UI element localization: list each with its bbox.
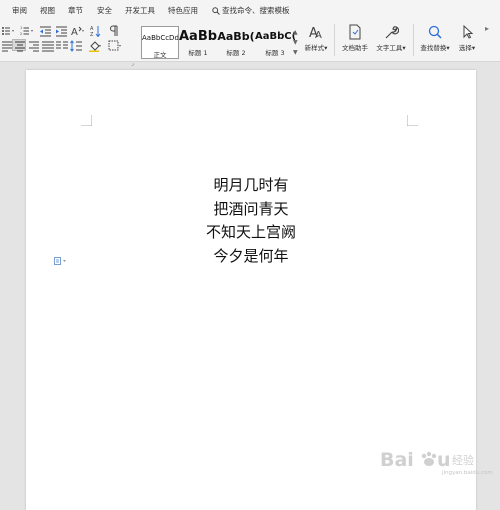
- decrease-indent-button[interactable]: [39, 25, 53, 37]
- svg-text:u: u: [437, 449, 451, 471]
- style-heading-1[interactable]: AaBb 标题 1: [179, 26, 217, 59]
- svg-text:经验: 经验: [452, 453, 474, 467]
- style-normal-preview: AaBbCcDd: [142, 34, 178, 42]
- poem-line-4: 今夕是何年: [213, 246, 289, 265]
- svg-text:2: 2: [20, 32, 22, 36]
- style-heading-2-preview: AaBb(: [217, 30, 255, 43]
- style-gallery-up-arrow[interactable]: ▲: [293, 29, 298, 36]
- line-spacing-button[interactable]: [70, 40, 84, 52]
- document-page[interactable]: 明月几时有 把酒问青天 不知天上宫阙 今夕是何年: [26, 70, 476, 510]
- bullet-list-button[interactable]: [1, 25, 15, 37]
- ribbon-separator: [334, 24, 335, 56]
- chinese-layout-icon: A: [71, 26, 84, 37]
- decrease-indent-icon: [40, 26, 51, 37]
- style-heading-1-label: 标题 1: [188, 49, 208, 57]
- margin-corner-top-left: [81, 115, 92, 126]
- paragraph-handle-icon: [54, 257, 66, 265]
- sort-icon: AZ: [90, 26, 101, 37]
- menu-review[interactable]: 审阅: [12, 5, 27, 16]
- document-body[interactable]: 明月几时有 把酒问青天 不知天上宫阙 今夕是何年: [26, 174, 476, 268]
- baidu-paw-logo: Bai u 经验 jingyan.baidu.com: [380, 449, 493, 476]
- poem-line-1: 明月几时有: [213, 176, 289, 194]
- increase-indent-button[interactable]: [55, 25, 69, 37]
- style-heading-2[interactable]: AaBb( 标题 2: [217, 26, 255, 59]
- style-heading-1-preview: AaBb: [179, 29, 217, 44]
- paint-bucket-icon: [89, 41, 101, 52]
- svg-text:Z: Z: [90, 32, 94, 37]
- align-center-button[interactable]: [12, 39, 26, 52]
- align-right-button[interactable]: [27, 40, 41, 52]
- paragraph-layout-handle[interactable]: [54, 250, 68, 269]
- svg-text:A: A: [315, 30, 322, 40]
- menu-special-apps[interactable]: 特色应用: [168, 5, 198, 16]
- search-icon: [212, 7, 220, 15]
- new-style-icon: AA: [309, 26, 322, 40]
- style-heading-3[interactable]: AaBbC( 标题 3: [255, 26, 295, 59]
- bullet-list-icon: [2, 27, 14, 35]
- cursor-arrow-icon: [463, 24, 474, 39]
- columns-button[interactable]: [55, 40, 69, 52]
- svg-text:1: 1: [20, 26, 22, 30]
- watermark: Bai u 经验 jingyan.baidu.com: [380, 446, 500, 480]
- style-gallery-more-arrow[interactable]: ▼: [293, 49, 298, 56]
- new-style-button[interactable]: AA 新样式▾: [302, 24, 330, 56]
- wrench-icon: [385, 26, 399, 39]
- document-assistant-icon: [349, 24, 361, 40]
- menu-security[interactable]: 安全: [97, 5, 112, 16]
- style-gallery-down-arrow[interactable]: ▼: [293, 39, 298, 46]
- paragraph-settings-launcher[interactable]: ⌟: [131, 60, 134, 67]
- command-search-label: 查找命令、搜索模板: [222, 6, 290, 15]
- style-normal[interactable]: AaBbCcDd 正文: [141, 26, 179, 59]
- align-distributed-button[interactable]: [41, 40, 55, 52]
- shading-button[interactable]: [88, 40, 102, 52]
- columns-icon: [56, 41, 68, 49]
- numbered-list-button[interactable]: 12: [20, 25, 34, 37]
- style-heading-3-label: 标题 3: [265, 49, 285, 57]
- svg-text:jingyan.baidu.com: jingyan.baidu.com: [441, 470, 493, 476]
- poem-line-3: 不知天上宫阙: [205, 223, 296, 241]
- new-style-label: 新样式: [304, 44, 325, 52]
- select-button[interactable]: 选择▾: [455, 24, 479, 56]
- align-distributed-icon: [42, 41, 54, 52]
- align-center-icon: [15, 41, 25, 52]
- show-hide-marks-button[interactable]: [108, 25, 122, 37]
- sort-button[interactable]: AZ: [90, 25, 104, 37]
- menu-bar: 审阅 视图 章节 安全 开发工具 特色应用 查找命令、搜索模板: [0, 0, 500, 19]
- paragraph-mark-icon: [110, 25, 118, 36]
- chinese-layout-button[interactable]: A: [71, 25, 85, 37]
- text-tools-label: 文字工具: [376, 44, 403, 52]
- style-heading-2-label: 标题 2: [226, 49, 246, 57]
- poem-line-2: 把酒问青天: [213, 199, 289, 218]
- border-icon: [108, 40, 121, 51]
- select-label: 选择: [458, 44, 472, 52]
- svg-text:A: A: [71, 27, 78, 37]
- text-tools-button[interactable]: 文字工具▾: [373, 24, 409, 56]
- line-spacing-icon: [70, 40, 82, 52]
- style-heading-3-preview: AaBbC(: [255, 31, 295, 42]
- margin-corner-top-right: [407, 115, 418, 126]
- svg-text:Bai: Bai: [380, 449, 414, 471]
- menu-chapter[interactable]: 章节: [68, 5, 83, 16]
- increase-indent-icon: [56, 26, 67, 37]
- magnifier-icon: [428, 25, 442, 39]
- borders-button[interactable]: [108, 40, 122, 52]
- menu-view[interactable]: 视图: [40, 5, 55, 16]
- find-replace-label: 查找替换: [420, 44, 447, 52]
- menu-developer-tools[interactable]: 开发工具: [125, 5, 155, 16]
- doc-assistant-button[interactable]: 文档助手: [339, 24, 371, 56]
- doc-assistant-label: 文档助手: [342, 44, 368, 52]
- ribbon-separator: [413, 24, 414, 56]
- align-right-icon: [29, 41, 39, 52]
- find-replace-button[interactable]: 查找替换▾: [417, 24, 453, 56]
- style-normal-label: 正文: [153, 51, 167, 59]
- ribbon-expand-button[interactable]: ▸: [485, 24, 489, 33]
- numbered-list-icon: 12: [20, 26, 33, 36]
- command-search[interactable]: 查找命令、搜索模板: [212, 5, 290, 16]
